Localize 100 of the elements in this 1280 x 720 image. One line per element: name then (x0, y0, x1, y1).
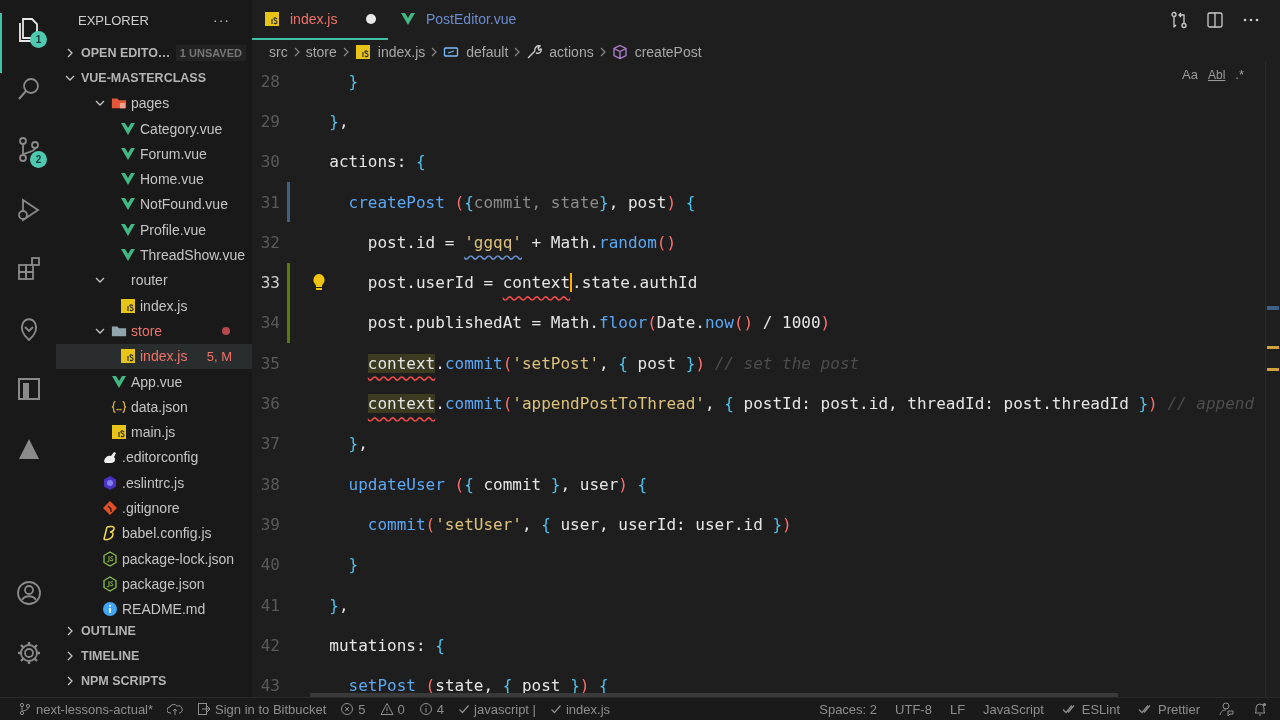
cloud-icon[interactable] (167, 702, 184, 716)
unsaved-dot (366, 14, 376, 24)
file-item[interactable]: NotFound.vue (56, 191, 252, 218)
code-line: createPost ({commit, state}, post) { (347, 192, 696, 212)
code-line: } (347, 555, 359, 575)
compare-changes-icon[interactable] (1170, 11, 1188, 29)
git-status-label: 5, M (206, 348, 232, 364)
file-item[interactable]: Profile.vue (56, 217, 252, 243)
line-number: 41 (259, 595, 280, 615)
sign-in-icon (197, 702, 212, 716)
line-number: 35 (259, 353, 280, 373)
warning-icon (379, 702, 394, 716)
split-editor-icon[interactable] (1206, 11, 1224, 29)
error-icon (340, 702, 355, 716)
file-item[interactable]: .gitignore (56, 495, 252, 521)
status-item[interactable]: index.js (549, 701, 611, 717)
section-header[interactable]: TIMELINE (56, 643, 252, 669)
line-number: 32 (259, 232, 280, 252)
vue-file-icon (120, 247, 136, 263)
js-file-icon (354, 44, 371, 60)
file-item[interactable]: App.vue (56, 368, 252, 395)
status-item[interactable]: JavaScript (983, 701, 1044, 717)
match-case-toggle[interactable]: Aa (1182, 67, 1198, 82)
file-item[interactable]: .editorconfig (56, 444, 252, 471)
check-icon (549, 703, 562, 715)
vue-file-icon (400, 11, 416, 27)
activity-bar-button[interactable]: 2 (0, 133, 56, 193)
code-line: }, (347, 434, 368, 454)
breadcrumb[interactable]: actions (526, 44, 594, 60)
status-item[interactable]: ESLint (1061, 701, 1121, 717)
wrench-icon (526, 44, 543, 60)
feedback-icon[interactable] (1218, 701, 1234, 717)
breadcrumb[interactable]: index.js (354, 44, 426, 60)
code-line: commit('setUser', { user, userId: user.id }) (366, 514, 792, 534)
file-item[interactable]: Home.vue (56, 166, 252, 192)
vue-file-icon (120, 221, 136, 238)
sidebar-title: EXPLORER (78, 12, 149, 28)
file-item[interactable]: package-lock.json (56, 545, 252, 572)
file-item[interactable]: README.md (56, 596, 252, 619)
line-number: 39 (259, 514, 280, 534)
vue-file-icon (111, 373, 127, 390)
file-item[interactable]: .eslintrc.js (56, 470, 252, 496)
status-item[interactable]: Sign in to Bitbucket (197, 701, 327, 717)
status-item[interactable]: UTF-8 (895, 701, 932, 717)
hexagon-icon (102, 575, 118, 592)
status-item[interactable]: 0 (379, 701, 405, 717)
whole-word-toggle[interactable]: Abl (1208, 67, 1226, 82)
file-item[interactable]: babel.config.js (56, 520, 252, 546)
account-icon (14, 578, 44, 608)
file-item[interactable]: Category.vue (56, 115, 252, 142)
line-number: 31 (259, 192, 280, 212)
file-item[interactable]: main.js (56, 419, 252, 445)
file-item[interactable]: Forum.vue (56, 141, 252, 167)
lightbulb-icon[interactable] (312, 273, 326, 292)
modified-dot (222, 326, 230, 335)
line-number: 30 (259, 152, 280, 172)
code-line: } (347, 71, 359, 91)
js-file-icon (111, 424, 127, 441)
file-item[interactable]: data.json (56, 394, 252, 420)
breadcrumb[interactable]: store (305, 44, 337, 60)
js-file-icon (120, 348, 136, 365)
vue-file-icon (120, 145, 136, 162)
status-item[interactable]: javascript | (458, 701, 536, 717)
vue-file-icon (120, 120, 136, 137)
breadcrumb[interactable]: default (443, 44, 509, 60)
status-item[interactable]: Prettier (1138, 701, 1200, 717)
file-item[interactable]: index.js 5, M (56, 343, 252, 369)
line-number: 37 (259, 434, 280, 454)
section-header[interactable]: OPEN EDITO… 1 UNSAVED (56, 40, 252, 66)
editor-tab[interactable]: index.js (252, 0, 388, 40)
file-item[interactable]: ThreadShow.vue (56, 242, 252, 268)
code-line: actions: { (328, 152, 426, 172)
cube-icon (611, 44, 628, 60)
more-actions-button[interactable]: ··· (213, 12, 230, 28)
status-item[interactable]: LF (949, 701, 966, 717)
status-item[interactable]: next-lessons-actual* (18, 701, 154, 717)
section-header[interactable]: OUTLINE (56, 618, 252, 644)
folder-item[interactable]: router (56, 267, 252, 293)
object-icon (443, 44, 460, 60)
section-header[interactable]: NPM SCRIPTS (56, 668, 252, 694)
count-badge: 1 (30, 31, 47, 48)
folder-item[interactable]: pages (56, 90, 252, 116)
file-item[interactable]: package.json (56, 571, 252, 597)
regex-toggle[interactable]: .* (1235, 67, 1244, 82)
code-line: }, (328, 111, 349, 131)
breadcrumb[interactable]: createPost (611, 44, 702, 60)
js-file-icon (264, 11, 280, 27)
check-icon (458, 703, 471, 715)
code-line: }, (328, 595, 349, 615)
editor-tab[interactable]: PostEditor.vue (388, 0, 529, 40)
code-line: post.id = 'ggqq' + Math.random() (366, 232, 677, 252)
status-item[interactable]: 4 (418, 701, 445, 717)
breadcrumb[interactable]: src (269, 44, 288, 60)
file-item[interactable]: index.js (56, 292, 252, 319)
section-header[interactable]: VUE-MASTERCLASS (56, 65, 252, 91)
status-item[interactable]: 5 (340, 701, 366, 717)
folder-item[interactable]: store (56, 318, 252, 344)
mouse-icon (102, 449, 118, 466)
bell-icon[interactable] (1252, 701, 1268, 717)
status-item[interactable]: Spaces: 2 (819, 701, 878, 717)
